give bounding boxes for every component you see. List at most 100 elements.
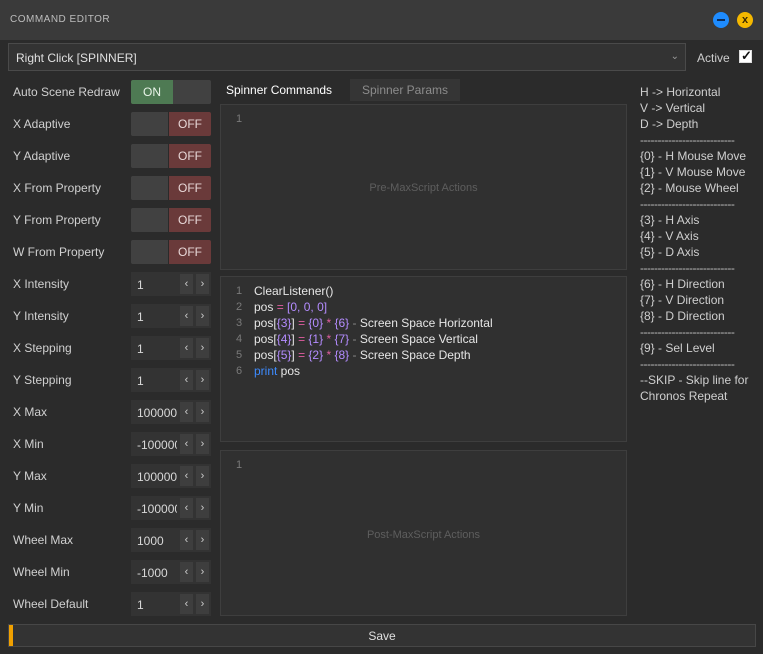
chevron-left-icon[interactable]: ‹ <box>180 274 193 294</box>
setting-label: Auto Scene Redraw <box>13 85 120 99</box>
chevron-left-icon[interactable]: ‹ <box>180 466 193 486</box>
code-line[interactable]: pos[{3}] = {0} * {6} - Screen Space Hori… <box>254 316 493 330</box>
line-number: 1 <box>236 459 243 471</box>
chevron-right-icon[interactable]: › <box>196 434 209 454</box>
help-line: {6} - H Direction <box>640 277 725 291</box>
chevron-left-icon[interactable]: ‹ <box>180 498 193 518</box>
chevron-right-icon[interactable]: › <box>196 594 209 614</box>
toggle-switch[interactable]: OFF <box>131 144 211 168</box>
help-separator: --------------------------- <box>640 325 735 339</box>
code-line[interactable]: pos = [0, 0, 0] <box>254 300 327 314</box>
chevron-right-icon[interactable]: › <box>196 274 209 294</box>
line-number: 1 <box>236 113 243 125</box>
close-icon: x <box>741 14 749 26</box>
close-button[interactable]: x <box>737 12 753 28</box>
toggle-thumb <box>131 144 169 168</box>
command-dropdown[interactable]: Right Click [SPINNER] ⌄ <box>8 43 686 71</box>
setting-label: X Intensity <box>13 277 70 291</box>
active-checkbox[interactable]: ✓ <box>739 48 752 63</box>
chevron-left-icon[interactable]: ‹ <box>180 338 193 358</box>
number-spinner[interactable]: 100000 ‹ › <box>131 400 211 424</box>
chevron-left-icon[interactable]: ‹ <box>180 562 193 582</box>
number-spinner[interactable]: 100000 ‹ › <box>131 464 211 488</box>
tab-spinner-params[interactable]: Spinner Params <box>350 79 460 101</box>
help-line: {8} - D Direction <box>640 309 725 323</box>
help-line: {2} - Mouse Wheel <box>640 181 739 195</box>
spinner-value[interactable]: 100000 <box>137 470 177 484</box>
code-line[interactable]: pos[{4}] = {1} * {7} - Screen Space Vert… <box>254 332 478 346</box>
help-separator: --------------------------- <box>640 261 735 275</box>
spinner-value[interactable]: 1 <box>137 598 177 612</box>
save-button[interactable]: Save <box>8 624 756 647</box>
chevron-left-icon[interactable]: ‹ <box>180 370 193 390</box>
spinner-value[interactable]: 1 <box>137 278 177 292</box>
number-spinner[interactable]: 1 ‹ › <box>131 368 211 392</box>
chevron-left-icon[interactable]: ‹ <box>180 306 193 326</box>
setting-label: X Min <box>13 437 44 451</box>
chevron-right-icon[interactable]: › <box>196 338 209 358</box>
spinner-value[interactable]: 1 <box>137 342 177 356</box>
toggle-switch[interactable]: ON <box>131 80 211 104</box>
help-line: {1} - V Mouse Move <box>640 165 746 179</box>
line-number: 1 <box>236 285 243 297</box>
title-bar[interactable]: COMMAND EDITOR x <box>0 0 763 40</box>
help-line: {0} - H Mouse Move <box>640 149 747 163</box>
chevron-left-icon[interactable]: ‹ <box>180 402 193 422</box>
number-spinner[interactable]: -1000 ‹ › <box>131 560 211 584</box>
help-line: H -> Horizontal <box>640 85 721 99</box>
chevron-right-icon[interactable]: › <box>196 466 209 486</box>
spinner-value[interactable]: 1 <box>137 374 177 388</box>
setting-label: Y Max <box>13 469 47 483</box>
help-line: {3} - H Axis <box>640 213 700 227</box>
pre-maxscript-editor[interactable]: 1 Pre-MaxScript Actions <box>220 104 627 270</box>
chevron-left-icon[interactable]: ‹ <box>180 530 193 550</box>
command-dropdown-value: Right Click [SPINNER] <box>16 51 137 65</box>
toggle-switch[interactable]: OFF <box>131 208 211 232</box>
code-line[interactable]: pos[{5}] = {2} * {8} - Screen Space Dept… <box>254 348 471 362</box>
chevron-right-icon[interactable]: › <box>196 530 209 550</box>
spinner-value[interactable]: -100000 <box>137 502 177 516</box>
spinner-value[interactable]: 1 <box>137 310 177 324</box>
help-separator: --------------------------- <box>640 197 735 211</box>
toggle-switch[interactable]: OFF <box>131 112 211 136</box>
toggle-thumb <box>131 176 169 200</box>
help-line: D -> Depth <box>640 117 699 131</box>
toggle-state: OFF <box>169 144 211 168</box>
line-number: 5 <box>236 349 243 361</box>
toggle-switch[interactable]: OFF <box>131 240 211 264</box>
toggle-state: ON <box>131 80 173 104</box>
chevron-left-icon[interactable]: ‹ <box>180 434 193 454</box>
code-line[interactable]: ClearListener() <box>254 284 333 298</box>
setting-label: X Stepping <box>13 341 72 355</box>
number-spinner[interactable]: 1000 ‹ › <box>131 528 211 552</box>
setting-label: X From Property <box>13 181 102 195</box>
minimize-button[interactable] <box>713 12 729 28</box>
tab-spinner-commands[interactable]: Spinner Commands <box>219 79 347 101</box>
chevron-right-icon[interactable]: › <box>196 402 209 422</box>
toggle-thumb <box>131 240 169 264</box>
chevron-right-icon[interactable]: › <box>196 306 209 326</box>
number-spinner[interactable]: 1 ‹ › <box>131 336 211 360</box>
spinner-value[interactable]: -1000 <box>137 566 177 580</box>
number-spinner[interactable]: 1 ‹ › <box>131 304 211 328</box>
toggle-switch[interactable]: OFF <box>131 176 211 200</box>
spinner-value[interactable]: -100000 <box>137 438 177 452</box>
code-line[interactable]: print pos <box>254 364 300 378</box>
spinner-commands-editor[interactable]: 1 ClearListener() 2 pos = [0, 0, 0] 3 pos[{3}… <box>220 276 627 442</box>
help-line: {9} - Sel Level <box>640 341 715 355</box>
chevron-left-icon[interactable]: ‹ <box>180 594 193 614</box>
window-title: COMMAND EDITOR <box>10 14 111 25</box>
post-maxscript-editor[interactable]: 1 Post-MaxScript Actions <box>220 450 627 616</box>
number-spinner[interactable]: -100000 ‹ › <box>131 496 211 520</box>
number-spinner[interactable]: 1 ‹ › <box>131 272 211 296</box>
spinner-value[interactable]: 100000 <box>137 406 177 420</box>
chevron-right-icon[interactable]: › <box>196 498 209 518</box>
help-line: {4} - V Axis <box>640 229 699 243</box>
setting-label: Wheel Default <box>13 597 89 611</box>
setting-label: X Max <box>13 405 48 419</box>
chevron-right-icon[interactable]: › <box>196 562 209 582</box>
spinner-value[interactable]: 1000 <box>137 534 177 548</box>
number-spinner[interactable]: 1 ‹ › <box>131 592 211 616</box>
number-spinner[interactable]: -100000 ‹ › <box>131 432 211 456</box>
chevron-right-icon[interactable]: › <box>196 370 209 390</box>
